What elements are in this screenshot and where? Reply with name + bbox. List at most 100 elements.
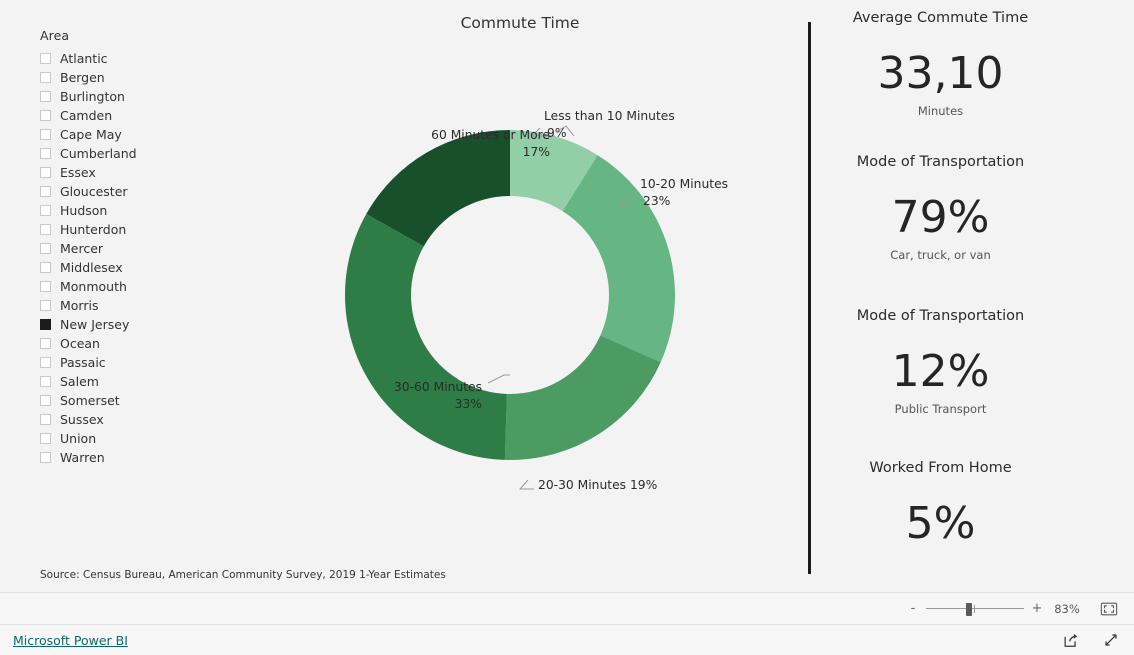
slicer-item-somerset[interactable]: Somerset [40,391,230,410]
source-note: Source: Census Bureau, American Communit… [40,569,446,581]
checkbox-icon[interactable] [40,243,51,254]
checkbox-icon[interactable] [40,262,51,273]
slicer-item-label: Warren [60,450,105,465]
kpi-subtitle: Minutes [917,104,964,118]
kpi-value: 33,10 [877,48,1004,99]
kpi-title: Mode of Transportation [856,308,1025,324]
slicer-item-label: Salem [60,374,99,389]
share-glyph [1064,633,1078,647]
microsoft-power-bi-link[interactable]: Microsoft Power BI [13,633,128,648]
slicer-item-label: Atlantic [60,51,108,66]
kpi-subtitle: Car, truck, or van [890,248,991,262]
checkbox-icon[interactable] [40,186,51,197]
checkbox-icon[interactable] [40,300,51,311]
slicer-item-middlesex[interactable]: Middlesex [40,258,230,277]
checkbox-icon[interactable] [40,53,51,64]
donut-slice-30-60-minutes[interactable] [344,213,507,460]
callout-leader-line [487,374,510,384]
fit-to-page-glyph [1100,602,1118,615]
slicer-item-label: Passaic [60,355,106,370]
kpi-title: Worked From Home [869,460,1012,476]
slicer-item-camden[interactable]: Camden [40,106,230,125]
slicer-item-new-jersey[interactable]: New Jersey [40,315,230,334]
kpi-value: 12% [891,346,990,397]
checkbox-icon[interactable] [40,452,51,463]
slicer-item-monmouth[interactable]: Monmouth [40,277,230,296]
slicer-item-warren[interactable]: Warren [40,448,230,467]
slicer-item-label: Cumberland [60,146,137,161]
donut-chart-svg[interactable]: Less than 10 Minutes9% 10-20 Minutes 23% 20… [210,8,810,528]
slicer-item-hunterdon[interactable]: Hunterdon [40,220,230,239]
donut-callout-20-30-minutes: 20-30 Minutes 19% [518,478,657,492]
slicer-item-bergen[interactable]: Bergen [40,68,230,87]
slicer-item-label: Sussex [60,412,104,427]
zoom-out-button[interactable]: - [906,601,920,616]
checkbox-checked-icon[interactable] [40,319,51,330]
checkbox-icon[interactable] [40,376,51,387]
slicer-item-morris[interactable]: Morris [40,296,230,315]
kpi-card-3: Mode of Transportation 12% Public Transpor… [828,308,1053,416]
checkbox-icon[interactable] [40,129,51,140]
slicer-item-essex[interactable]: Essex [40,163,230,182]
slicer-item-cumberland[interactable]: Cumberland [40,144,230,163]
zoom-in-button[interactable]: + [1030,601,1044,616]
zoom-slider[interactable] [926,602,1024,616]
zoom-slider-thumb[interactable] [966,602,972,616]
slicer-item-salem[interactable]: Salem [40,372,230,391]
slicer-item-label: Morris [60,298,99,313]
zoom-level-label: 83% [1054,601,1080,616]
checkbox-icon[interactable] [40,91,51,102]
footer-bar: Microsoft Power BI [0,624,1134,655]
checkbox-icon[interactable] [40,110,51,121]
slicer-item-label: Middlesex [60,260,123,275]
kpi-title: Mode of Transportation [856,154,1025,170]
checkbox-icon[interactable] [40,338,51,349]
slicer-item-mercer[interactable]: Mercer [40,239,230,258]
commute-time-chart: Commute Time Less than 10 Minutes 9% 10-20… [240,8,800,538]
footer-actions [1062,631,1120,649]
slicer-item-sussex[interactable]: Sussex [40,410,230,429]
slicer-item-union[interactable]: Union [40,429,230,448]
slicer-item-hudson[interactable]: Hudson [40,201,230,220]
fullscreen-glyph [1105,634,1117,646]
kpi-card-1: Average Commute Time 33,10 Minutes [828,10,1053,118]
checkbox-icon[interactable] [40,357,51,368]
fullscreen-icon[interactable] [1102,631,1120,649]
slicer-item-label: Essex [60,165,96,180]
kpi-card-4: Worked From Home 5% [828,460,1053,546]
slicer-item-label: New Jersey [60,317,130,332]
checkbox-icon[interactable] [40,224,51,235]
slicer-item-ocean[interactable]: Ocean [40,334,230,353]
slicer-item-passaic[interactable]: Passaic [40,353,230,372]
slicer-title: Area [40,28,70,43]
slicer-item-label: Camden [60,108,113,123]
slicer-item-burlington[interactable]: Burlington [40,87,230,106]
slicer-item-label: Monmouth [60,279,127,294]
share-icon[interactable] [1062,631,1080,649]
checkbox-icon[interactable] [40,148,51,159]
donut-slice-20-30-minutes[interactable] [504,335,661,460]
checkbox-icon[interactable] [40,205,51,216]
area-slicer: Area Atlantic Bergen Burlington Camden Cape … [40,28,230,467]
slicer-item-list: Atlantic Bergen Burlington Camden Cape May Cu… [40,49,230,467]
kpi-value: 79% [891,192,990,243]
kpi-subtitle: Public Transport [894,402,987,416]
checkbox-icon[interactable] [40,433,51,444]
donut-callout-less-than-10-minutes: Less than 10 Minutes9% [530,109,675,140]
callout-value-label: 33% [455,397,482,411]
slicer-item-label: Burlington [60,89,125,104]
slicer-item-label: Ocean [60,336,100,351]
slicer-item-atlantic[interactable]: Atlantic [40,49,230,68]
slicer-item-cape-may[interactable]: Cape May [40,125,230,144]
kpi-value: 5% [905,498,976,549]
checkbox-icon[interactable] [40,414,51,425]
checkbox-icon[interactable] [40,395,51,406]
slicer-item-gloucester[interactable]: Gloucester [40,182,230,201]
slicer-item-label: Gloucester [60,184,128,199]
kpi-card-2: Mode of Transportation 79% Car, truck, or … [828,154,1053,262]
fit-to-page-icon[interactable] [1098,600,1120,618]
checkbox-icon[interactable] [40,72,51,83]
checkbox-icon[interactable] [40,281,51,292]
callout-category-label: 10-20 Minutes [640,177,728,191]
checkbox-icon[interactable] [40,167,51,178]
